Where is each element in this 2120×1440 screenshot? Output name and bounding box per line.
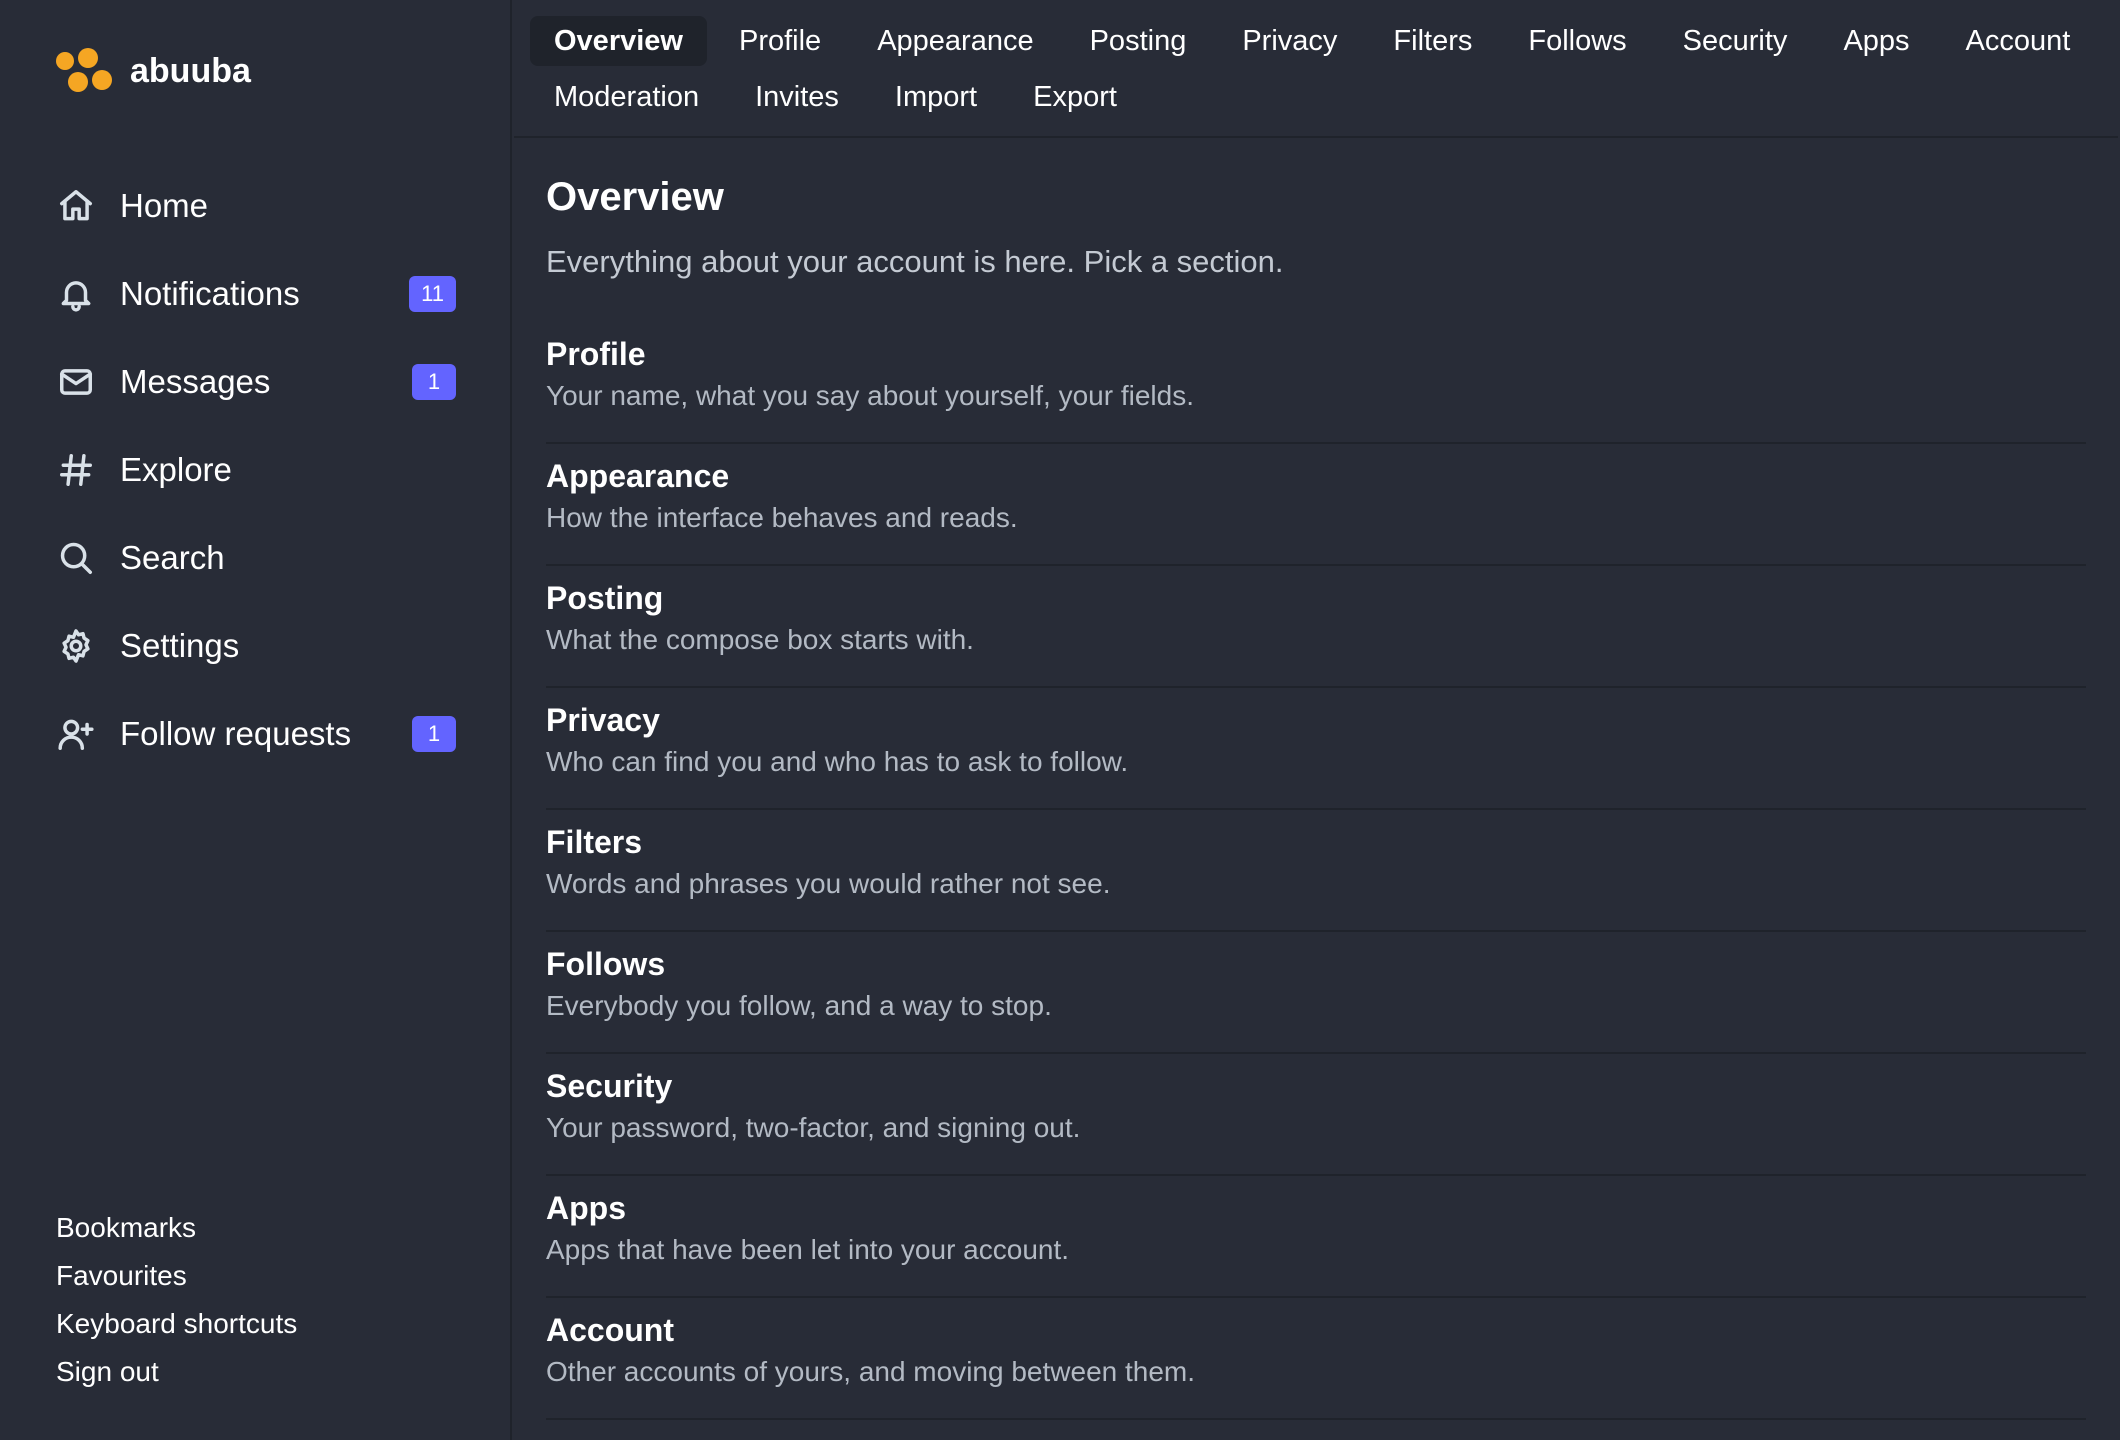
sidebar-item-settings[interactable]: Settings: [56, 602, 456, 690]
sidebar-footer-links: Bookmarks Favourites Keyboard shortcuts …: [56, 1204, 297, 1396]
tab-moderation[interactable]: Moderation: [530, 72, 723, 122]
tab-follows[interactable]: Follows: [1504, 16, 1650, 66]
sidebar-nav: Home Notifications 11 Messages 1 Explore: [56, 162, 456, 778]
notification-count-badge: 11: [409, 276, 456, 312]
section-link-posting[interactable]: Posting What the compose box starts with…: [546, 566, 2086, 688]
sidebar-item-label: Explore: [120, 451, 232, 488]
dots-logo-icon: [56, 48, 112, 94]
section-title: Follows: [546, 946, 666, 982]
overview-content: Overview Everything about your account i…: [514, 138, 2086, 1420]
section-title: Posting: [546, 580, 664, 616]
bell-icon: [56, 274, 96, 314]
section-description: Everybody you follow, and a way to stop.: [546, 990, 1052, 1021]
keyboard-shortcuts-link[interactable]: Keyboard shortcuts: [56, 1300, 297, 1348]
section-description: Words and phrases you would rather not s…: [546, 868, 1111, 899]
sidebar-item-label: Settings: [120, 627, 240, 664]
brand-link[interactable]: abuuba: [56, 48, 251, 94]
tab-row: Moderation Invites Import Export: [530, 72, 2118, 124]
section-description: What the compose box starts with.: [546, 624, 974, 655]
section-title: Apps: [546, 1190, 626, 1226]
sidebar: abuuba Home Notifications 11 Messages 1: [0, 0, 512, 1440]
home-icon: [56, 186, 96, 226]
section-title: Account: [546, 1312, 674, 1348]
hash-icon: [56, 450, 96, 490]
envelope-icon: [56, 362, 96, 402]
sidebar-item-notifications[interactable]: Notifications 11: [56, 250, 456, 338]
section-link-appearance[interactable]: Appearance How the interface behaves and…: [546, 444, 2086, 566]
sign-out-link[interactable]: Sign out: [56, 1348, 297, 1396]
section-link-apps[interactable]: Apps Apps that have been let into your a…: [546, 1176, 2086, 1298]
sidebar-item-label: Search: [120, 539, 225, 576]
tab-profile[interactable]: Profile: [715, 16, 845, 66]
tab-privacy[interactable]: Privacy: [1218, 16, 1361, 66]
sidebar-item-search[interactable]: Search: [56, 514, 456, 602]
bookmarks-link[interactable]: Bookmarks: [56, 1204, 297, 1252]
section-title: Profile: [546, 336, 646, 372]
tab-row: Overview Profile Appearance Posting Priv…: [530, 16, 2118, 68]
section-link-account[interactable]: Account Other accounts of yours, and mov…: [546, 1298, 2086, 1420]
section-title: Filters: [546, 824, 643, 860]
follow-request-count-badge: 1: [412, 716, 456, 752]
section-description: How the interface behaves and reads.: [546, 502, 1018, 533]
section-description: Your password, two-factor, and signing o…: [546, 1112, 1081, 1143]
tab-invites[interactable]: Invites: [731, 72, 863, 122]
section-link-security[interactable]: Security Your password, two-factor, and …: [546, 1054, 2086, 1176]
tab-account[interactable]: Account: [1942, 16, 2095, 66]
tab-filters[interactable]: Filters: [1369, 16, 1496, 66]
settings-tabs: Overview Profile Appearance Posting Priv…: [514, 0, 2118, 138]
brand-name: abuuba: [130, 51, 251, 90]
sidebar-item-explore[interactable]: Explore: [56, 426, 456, 514]
tab-appearance[interactable]: Appearance: [853, 16, 1057, 66]
tab-export[interactable]: Export: [1009, 72, 1141, 122]
tab-import[interactable]: Import: [871, 72, 1001, 122]
section-title: Appearance: [546, 458, 730, 494]
sidebar-item-follow-requests[interactable]: Follow requests 1: [56, 690, 456, 778]
tab-overview[interactable]: Overview: [530, 16, 707, 66]
sidebar-item-messages[interactable]: Messages 1: [56, 338, 456, 426]
section-link-privacy[interactable]: Privacy Who can find you and who has to …: [546, 688, 2086, 810]
page-subtitle: Everything about your account is here. P…: [546, 244, 1284, 279]
search-icon: [56, 538, 96, 578]
sidebar-item-label: Notifications: [120, 275, 300, 312]
user-plus-icon: [56, 714, 96, 754]
section-link-filters[interactable]: Filters Words and phrases you would rath…: [546, 810, 2086, 932]
sidebar-item-label: Messages: [120, 363, 271, 400]
tab-apps[interactable]: Apps: [1819, 16, 1933, 66]
section-description: Your name, what you say about yourself, …: [546, 380, 1194, 411]
sidebar-item-label: Follow requests: [120, 715, 352, 752]
sidebar-item-label: Home: [120, 187, 209, 224]
message-count-badge: 1: [412, 364, 456, 400]
sidebar-item-home[interactable]: Home: [56, 162, 456, 250]
page-title: Overview: [546, 175, 724, 219]
section-description: Other accounts of yours, and moving betw…: [546, 1356, 1196, 1387]
section-link-profile[interactable]: Profile Your name, what you say about yo…: [546, 322, 2086, 444]
favourites-link[interactable]: Favourites: [56, 1252, 297, 1300]
tab-security[interactable]: Security: [1659, 16, 1812, 66]
section-title: Privacy: [546, 702, 660, 738]
section-title: Security: [546, 1068, 673, 1104]
section-list: Profile Your name, what you say about yo…: [546, 322, 2086, 1420]
settings-main: Overview Profile Appearance Posting Priv…: [514, 0, 2118, 1440]
tab-posting[interactable]: Posting: [1066, 16, 1211, 66]
section-description: Who can find you and who has to ask to f…: [546, 746, 1129, 777]
gear-icon: [56, 626, 96, 666]
section-link-follows[interactable]: Follows Everybody you follow, and a way …: [546, 932, 2086, 1054]
section-description: Apps that have been let into your accoun…: [546, 1234, 1070, 1265]
